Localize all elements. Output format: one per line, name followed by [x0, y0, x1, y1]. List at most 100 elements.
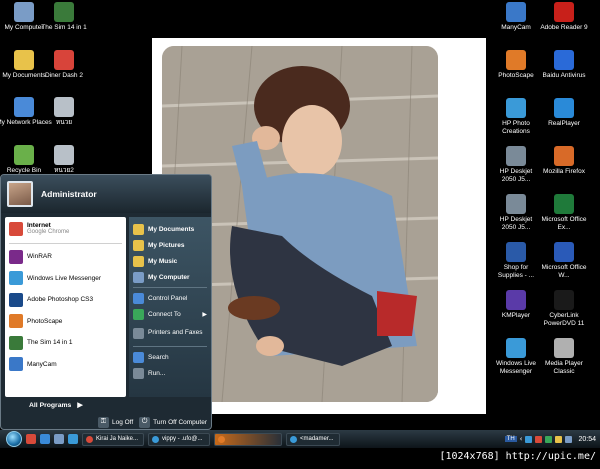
photoscape-icon — [506, 50, 526, 70]
computer-icon — [14, 2, 34, 22]
separator — [133, 287, 207, 288]
chrome-icon — [9, 222, 23, 236]
messenger-tray-icon[interactable] — [545, 435, 553, 443]
computer-icon[interactable] — [54, 434, 64, 444]
start-menu-item[interactable]: ManyCam — [5, 354, 126, 376]
all-programs-button[interactable]: All Programs ▶ — [5, 398, 126, 412]
start-menu-place[interactable]: Search — [129, 349, 211, 365]
separator — [9, 243, 122, 244]
network-icon — [14, 97, 34, 117]
desktop-icon[interactable]: หนวย — [32, 97, 96, 127]
desktop-icon-label: Mozilla Firefox — [543, 168, 585, 175]
antivirus-tray-icon[interactable] — [535, 435, 543, 443]
key-icon: ⚿ — [97, 416, 109, 428]
start-menu-place[interactable]: Printers and Faxes — [129, 322, 211, 344]
desktop-icon-label: Microsoft Office W... — [541, 264, 587, 279]
kmplayer-icon — [506, 290, 526, 310]
desktop-icon-label: Media Player Classic — [545, 360, 583, 375]
user-avatar[interactable] — [7, 181, 33, 207]
desktop-icon[interactable]: CyberLink PowerDVD 11 — [540, 290, 588, 328]
desktop-icon[interactable]: PhotoScape — [492, 50, 540, 80]
excel-icon — [554, 194, 574, 214]
taskbar-task[interactable]: <madamer... — [286, 432, 340, 446]
recycle-bin-icon — [14, 145, 34, 165]
place-label: Printers and Faxes — [148, 329, 203, 336]
desktop-icon[interactable]: HP Photo Creations — [492, 98, 540, 136]
desktop-icon[interactable]: HP Deskjet 2050 J5... — [492, 146, 540, 184]
start-menu-place[interactable]: My Pictures — [129, 237, 211, 253]
item-title: PhotoScape — [27, 317, 63, 325]
chevron-left-icon[interactable]: ‹ — [520, 435, 523, 443]
start-menu-item[interactable]: The Sim 14 in 1 — [5, 332, 126, 354]
place-label: My Documents — [148, 225, 195, 233]
start-menu-item[interactable]: WinRAR — [5, 246, 126, 268]
desktop-icon-label: KMPlayer — [501, 312, 531, 319]
desktop-icon[interactable]: Shop for Supplies - ... — [492, 242, 540, 280]
start-menu-item-label: Adobe Photoshop CS3 — [27, 296, 93, 303]
camera-icon — [9, 357, 23, 372]
desktop-icon[interactable]: Microsoft Office Ex... — [540, 194, 588, 232]
network-tray-icon[interactable] — [525, 435, 533, 443]
folder-icon — [133, 255, 144, 267]
desktop-icon[interactable]: ManyCam — [492, 2, 540, 32]
start-button[interactable] — [6, 431, 22, 447]
desktop-icon[interactable]: Diner Dash 2 — [32, 50, 96, 80]
volume-tray-icon[interactable] — [555, 435, 563, 443]
display-tray-icon[interactable] — [565, 435, 573, 443]
desktop-icon-label: ManyCam — [501, 24, 531, 31]
desktop-icon-label: CyberLink PowerDVD 11 — [543, 312, 585, 327]
place-label: Connect To — [148, 310, 181, 318]
desktop-icon-label: Baidu Antivirus — [542, 72, 586, 79]
clock[interactable]: 20:54 — [578, 436, 596, 443]
computer-icon — [133, 271, 144, 283]
desktop-icon[interactable]: Windows Live Messenger — [492, 338, 540, 376]
start-menu-place[interactable]: My Documents — [129, 221, 211, 237]
ie-icon[interactable] — [40, 434, 50, 444]
desktop-icon[interactable]: KMPlayer — [492, 290, 540, 320]
language-indicator[interactable]: TH — [504, 436, 517, 442]
messenger-icon[interactable] — [68, 434, 78, 444]
turn-off-button[interactable]: ⏻ Turn Off Computer — [139, 416, 207, 428]
start-menu-item-label: Internet Google Chrome — [27, 222, 69, 236]
app-icon — [86, 435, 93, 443]
start-menu-item[interactable]: Internet Google Chrome — [5, 217, 126, 241]
taskbar-task[interactable]: Kirai Ja Naike... — [82, 432, 144, 446]
start-menu-place[interactable]: My Computer — [129, 269, 211, 285]
desktop-icon[interactable]: Media Player Classic — [540, 338, 588, 376]
media-player-icon — [554, 338, 574, 358]
desktop-icon[interactable]: Adobe Reader 9 — [540, 2, 588, 32]
start-menu-item[interactable]: PhotoScape — [5, 311, 126, 333]
play-icon — [554, 98, 574, 118]
taskbar-task[interactable] — [214, 432, 282, 446]
run-icon — [133, 367, 144, 379]
desktop-icon[interactable]: Baidu Antivirus — [540, 50, 588, 80]
start-menu-place[interactable]: Control Panel — [129, 290, 211, 306]
start-menu-place[interactable]: Connect To ▶ — [129, 306, 211, 322]
taskbar-task[interactable]: vippy - .ufo@... — [148, 432, 210, 446]
taskbar-task-label: Kirai Ja Naike... — [96, 436, 139, 442]
place-label: Control Panel — [148, 294, 188, 302]
log-off-button[interactable]: ⚿ Log Off — [97, 416, 133, 428]
printer-icon — [506, 194, 526, 214]
desktop-icon[interactable]: RealPlayer — [540, 98, 588, 128]
desktop-icon[interactable]: The Sim 14 in 1 — [32, 2, 96, 32]
desktop-icon[interactable]: หนวย2 — [32, 145, 96, 175]
start-menu-item[interactable]: Adobe Photoshop CS3 — [5, 289, 126, 311]
desktop-icon-label: HP Photo Creations — [502, 120, 530, 135]
desktop-icon-label: Windows Live Messenger — [495, 360, 537, 375]
disk-icon — [54, 145, 74, 165]
printer-icon — [506, 146, 526, 166]
start-menu-item-label: WinRAR — [27, 253, 52, 260]
printer-icon — [133, 327, 144, 339]
desktop-icon[interactable]: Microsoft Office W... — [540, 242, 588, 280]
desktop-icon[interactable]: HP Deskjet 2050 J5... — [492, 194, 540, 232]
start-menu-places: My Documents My Pictures My Music My Comput… — [129, 217, 211, 397]
desktop-icon[interactable]: Mozilla Firefox — [540, 146, 588, 176]
start-menu-place[interactable]: My Music — [129, 253, 211, 269]
chrome-icon[interactable] — [26, 434, 36, 444]
start-menu-place[interactable]: Run... — [129, 365, 211, 381]
start-menu-item-label: PhotoScape — [27, 318, 62, 325]
start-menu-item[interactable]: Windows Live Messenger — [5, 268, 126, 290]
messenger-icon — [9, 271, 23, 286]
winrar-icon — [9, 249, 23, 264]
